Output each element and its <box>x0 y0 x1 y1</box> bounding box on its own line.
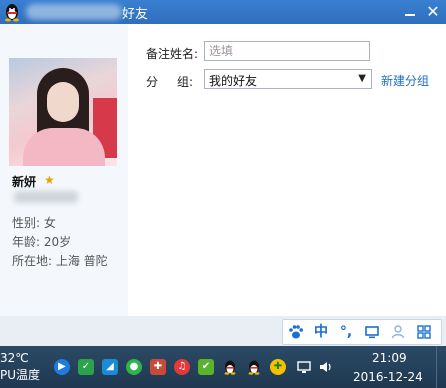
temperature-label: PU温度 <box>0 368 41 382</box>
paw-icon[interactable] <box>285 322 307 342</box>
clock-time[interactable]: 21:09 <box>372 351 407 365</box>
gender-info: 性别: 女 <box>12 216 56 230</box>
temperature-value: 32℃ <box>0 351 29 365</box>
netease-music-icon[interactable]: ♫ <box>174 359 190 375</box>
volume-icon[interactable] <box>318 359 334 375</box>
avatar <box>9 58 117 166</box>
close-button[interactable]: ✕ <box>422 2 444 22</box>
title-bar: 好友 ✕ <box>0 0 446 24</box>
group-select[interactable]: 我的好友 ▼ <box>204 69 372 89</box>
profile-panel: 新妍 ★ 性别: 女 年龄: 20岁 所在地: 上海 普陀 <box>0 24 128 316</box>
group-selected-value: 我的好友 <box>209 74 258 88</box>
title-blurred-name <box>26 4 122 20</box>
star-icon: ★ <box>44 173 55 187</box>
security-check-icon[interactable]: ✔ <box>198 359 214 375</box>
clock-date[interactable]: 2016-12-24 <box>353 370 423 384</box>
bottom-toolbar-area: 中 °, <box>0 316 446 346</box>
media-player-icon[interactable]: ▶ <box>54 359 70 375</box>
add-friend-content: 新妍 ★ 性别: 女 年龄: 20岁 所在地: 上海 普陀 备注姓名: 分 组:… <box>0 24 446 316</box>
chinese-mode-button[interactable]: 中 <box>310 322 332 342</box>
network-status-icon[interactable] <box>296 359 312 375</box>
qq-tray-icon-2[interactable] <box>246 359 262 375</box>
qq-penguin-icon <box>5 4 19 22</box>
new-group-link[interactable]: 新建分组 <box>381 72 429 89</box>
age-info: 年龄: 20岁 <box>12 235 72 249</box>
shield-icon[interactable]: ✓ <box>78 359 94 375</box>
remark-name-input[interactable] <box>204 41 370 61</box>
punctuation-button[interactable]: °, <box>335 322 357 342</box>
network-icon[interactable]: ◢ <box>102 359 118 375</box>
location-info: 所在地: 上海 普陀 <box>12 254 108 268</box>
plus-icon[interactable]: ✚ <box>270 359 286 375</box>
group-label: 组: <box>177 75 194 89</box>
taskbar: 32℃ PU温度 ▶ ✓ ◢ ● ✚ ♫ ✔ ✚ 21:09 2016-12-2… <box>0 346 446 388</box>
show-desktop-button[interactable] <box>436 346 446 388</box>
keyboard-icon[interactable] <box>361 322 383 342</box>
cpu-temperature: 32℃ PU温度 <box>0 350 40 384</box>
minimize-button[interactable] <box>400 3 420 21</box>
group-label-first-char: 分 <box>146 75 159 89</box>
blurred-account <box>14 191 78 203</box>
dropdown-arrow-icon: ▼ <box>358 73 366 84</box>
nickname: 新妍 <box>12 175 37 189</box>
grid-menu-icon[interactable] <box>413 322 435 342</box>
window-title: 好友 <box>122 7 149 22</box>
user-icon[interactable] <box>387 322 409 342</box>
remark-label: 备注姓名: <box>146 47 199 61</box>
qq-tray-icon[interactable] <box>222 359 238 375</box>
ime-toolbar: 中 °, <box>282 319 442 345</box>
wechat-icon[interactable]: ● <box>126 359 142 375</box>
app-icon[interactable]: ✚ <box>150 359 166 375</box>
